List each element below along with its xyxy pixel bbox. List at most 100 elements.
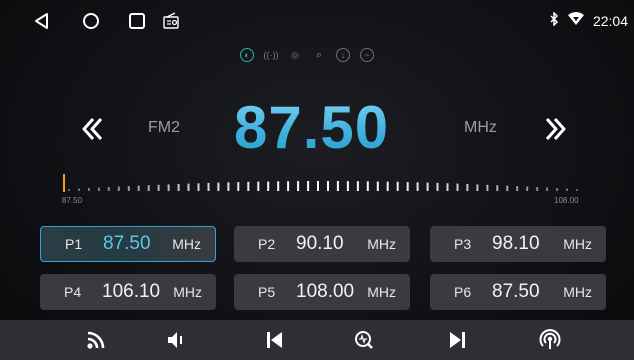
scale-tick	[147, 185, 150, 191]
scale-tick	[376, 181, 379, 191]
preset-name: P4	[64, 284, 82, 300]
scale-tick	[257, 181, 260, 191]
scale-tick	[307, 181, 310, 191]
preset-unit: MHz	[367, 236, 396, 252]
scale-tick	[476, 184, 479, 191]
radio-app: 22:04 ◐ ((·)) ◎ ⌕ ↓ ~ FM2 87.50 MHz 87.5…	[0, 0, 634, 360]
scale-tick	[456, 183, 459, 191]
preset-frequency: 90.10	[296, 233, 344, 254]
scale-tick	[336, 181, 339, 191]
preset-unit: MHz	[563, 284, 592, 300]
preset-unit: MHz	[563, 236, 592, 252]
status-bar: 22:04	[0, 0, 634, 40]
volume-icon[interactable]	[164, 328, 188, 352]
scale-tick	[506, 185, 509, 191]
scale-tick	[436, 182, 439, 191]
scale-tick	[516, 186, 519, 191]
preset-name: P3	[454, 236, 472, 252]
scale-tick	[466, 184, 469, 191]
scale-tick	[426, 182, 429, 191]
scale-tick	[386, 181, 389, 191]
scale-tick	[207, 182, 210, 191]
seek-forward-button[interactable]	[540, 114, 570, 144]
stereo-signal-icon[interactable]: ((·))	[264, 48, 279, 62]
bluetooth-icon	[549, 11, 559, 29]
scan-icon[interactable]: ~	[360, 48, 374, 62]
preset-button-p2[interactable]: P2 90.10 MHz	[234, 226, 410, 262]
local-mode-icon[interactable]: ◐	[240, 48, 254, 62]
scale-tick	[247, 181, 250, 191]
preset-name: P5	[258, 284, 276, 300]
preset-frequency: 87.50	[492, 281, 540, 302]
scale-tick	[137, 185, 140, 191]
scale-tick	[97, 187, 100, 191]
scale-tick	[496, 185, 499, 191]
tuning-marker[interactable]	[63, 174, 65, 192]
scale-tick	[396, 181, 399, 191]
radio-app-icon[interactable]	[160, 10, 182, 32]
scale-tick	[446, 183, 449, 191]
frequency-display: 87.50	[234, 92, 424, 164]
preset-name: P6	[454, 284, 472, 300]
scale-tick	[177, 184, 180, 191]
preset-button-p1[interactable]: P1 87.50 MHz	[40, 226, 216, 262]
preset-frequency: 87.50	[103, 233, 151, 254]
scale-tick	[416, 182, 419, 191]
bottom-toolbar	[0, 320, 634, 360]
scale-tick	[317, 181, 319, 191]
scale-tick	[366, 181, 369, 191]
scale-tick	[87, 188, 90, 191]
preset-unit: MHz	[172, 236, 201, 252]
scale-tick	[78, 188, 80, 191]
band-label[interactable]: FM2	[148, 119, 180, 137]
rss-broadcast-icon[interactable]	[84, 328, 108, 352]
download-icon[interactable]: ↓	[336, 48, 350, 62]
preset-button-p5[interactable]: P5 108.00 MHz	[234, 274, 410, 310]
scale-tick	[187, 183, 190, 191]
preset-frequency: 106.10	[102, 281, 161, 302]
back-icon[interactable]	[30, 10, 52, 32]
scale-tick	[157, 184, 160, 191]
scale-tick	[267, 181, 270, 191]
scale-tick	[117, 186, 120, 191]
scale-tick	[167, 184, 170, 191]
clock: 22:04	[592, 12, 628, 29]
search-icon[interactable]: ⌕	[312, 48, 326, 62]
scale-max-label: 108.00	[554, 196, 579, 205]
preset-button-p4[interactable]: P4 106.10 MHz	[40, 274, 216, 310]
scale-tick	[546, 187, 549, 191]
previous-station-icon[interactable]	[262, 328, 286, 352]
preset-frequency: 98.10	[492, 233, 540, 254]
preset-name: P1	[65, 236, 83, 252]
mode-icons: ◐ ((·)) ◎ ⌕ ↓ ~	[240, 48, 374, 62]
preset-unit: MHz	[367, 284, 396, 300]
scale-min-label: 87.50	[62, 196, 83, 205]
scale-tick	[68, 189, 70, 191]
scale-tick	[566, 188, 568, 191]
tuning-scale[interactable]	[62, 172, 582, 202]
preset-button-p6[interactable]: P6 87.50 MHz	[430, 274, 606, 310]
scan-search-icon[interactable]	[352, 328, 376, 352]
stereo-icon[interactable]: ◎	[288, 48, 302, 62]
scale-tick	[297, 181, 300, 191]
preset-unit: MHz	[173, 284, 202, 300]
scale-tick	[127, 186, 130, 191]
scale-tick	[237, 182, 240, 191]
preset-button-p3[interactable]: P3 98.10 MHz	[430, 226, 606, 262]
scale-tick	[227, 182, 230, 191]
scale-tick	[197, 183, 200, 191]
seek-back-button[interactable]	[78, 114, 108, 144]
preset-name: P2	[258, 236, 276, 252]
scale-tick	[486, 184, 489, 191]
scale-tick	[356, 181, 359, 191]
scale-tick	[556, 188, 559, 191]
recent-apps-icon[interactable]	[126, 10, 148, 32]
scale-tick	[406, 182, 409, 191]
next-station-icon[interactable]	[446, 328, 470, 352]
scale-tick	[576, 189, 578, 191]
wifi-icon	[567, 12, 585, 29]
preset-frequency: 108.00	[296, 281, 355, 302]
scale-tick	[536, 187, 539, 191]
broadcast-signal-icon[interactable]	[538, 328, 562, 352]
home-icon[interactable]	[80, 10, 102, 32]
